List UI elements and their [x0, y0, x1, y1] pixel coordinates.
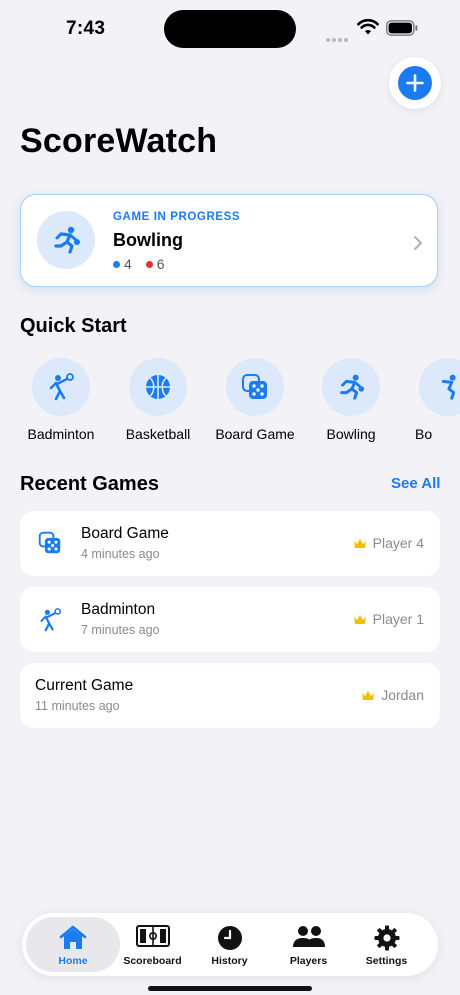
- dice-icon: [226, 358, 284, 416]
- recent-games-title: Recent Games: [20, 473, 159, 495]
- winner: Player 4: [353, 535, 424, 551]
- recent-game-row[interactable]: Current Game 11 minutes ago Jordan: [20, 663, 440, 728]
- quick-start-label: Bo: [415, 426, 433, 442]
- quick-start-clip: Bo: [400, 358, 460, 448]
- quick-start-bowling[interactable]: Bowling: [303, 358, 399, 448]
- dice-icon: [38, 531, 61, 554]
- game-time: 11 minutes ago: [35, 699, 120, 713]
- winner-name: Jordan: [381, 687, 424, 703]
- tab-bar: Home Scoreboard History Players Settings: [22, 913, 438, 976]
- scoreboard-icon: [135, 925, 170, 947]
- bowling-icon: [419, 358, 460, 416]
- status-time: 7:43: [66, 18, 106, 39]
- game-time: 4 minutes ago: [81, 547, 160, 561]
- tab-history[interactable]: History: [188, 913, 271, 976]
- score-team-2: 6: [145, 256, 165, 272]
- crown-icon: [353, 615, 366, 624]
- winner: Player 1: [353, 611, 424, 627]
- people-icon: [292, 926, 325, 947]
- tab-label: Home: [58, 955, 88, 967]
- wifi-icon: [357, 18, 379, 35]
- tab-label: Players: [289, 955, 328, 967]
- score-value: 4: [124, 256, 132, 272]
- tab-players[interactable]: Players: [267, 913, 350, 976]
- badminton-icon: [32, 358, 90, 416]
- tab-label: History: [211, 955, 248, 967]
- quick-start-basketball[interactable]: Basketball: [110, 358, 206, 448]
- clock-icon: [217, 926, 242, 950]
- score-team-1: 4: [113, 256, 132, 272]
- battery-icon: [386, 20, 418, 36]
- bowling-icon: [322, 358, 380, 416]
- badminton-icon: [40, 608, 62, 632]
- home-indicator: [148, 986, 312, 991]
- winner-name: Player 4: [372, 535, 424, 551]
- game-name: Current Game: [35, 677, 134, 694]
- recent-game-row[interactable]: Badminton 7 minutes ago Player 1: [20, 587, 440, 652]
- game-name: Board Game: [81, 525, 169, 542]
- status-bar: 7:43: [0, 0, 460, 60]
- tab-scoreboard[interactable]: Scoreboard: [111, 913, 194, 976]
- game-in-progress-label: GAME IN PROGRESS: [113, 211, 241, 223]
- tab-label: Settings: [365, 955, 408, 967]
- quick-start-title: Quick Start: [20, 315, 127, 337]
- game-in-progress-name: Bowling: [113, 230, 183, 250]
- game-time: 7 minutes ago: [81, 623, 160, 637]
- game-name: Badminton: [81, 601, 156, 618]
- score-value: 6: [156, 256, 165, 272]
- house-icon: [59, 925, 87, 949]
- quick-start-board-game[interactable]: Board Game: [207, 358, 303, 448]
- page-title: ScoreWatch: [20, 122, 218, 160]
- recent-game-row[interactable]: Board Game 4 minutes ago Player 4: [20, 511, 440, 576]
- quick-start-partial-item[interactable]: Bo: [400, 358, 460, 448]
- dynamic-island: [164, 10, 296, 48]
- winner-name: Player 1: [372, 611, 424, 627]
- see-all-link[interactable]: See All: [391, 475, 440, 492]
- basketball-icon: [129, 358, 187, 416]
- quick-start-label: Bowling: [326, 426, 376, 442]
- signal-dots-icon: [326, 29, 350, 42]
- crown-icon: [362, 691, 375, 700]
- chevron-right-icon: [414, 236, 422, 250]
- blue-team-dot: [113, 261, 120, 268]
- tab-settings[interactable]: Settings: [345, 913, 428, 976]
- tab-label: Scoreboard: [123, 955, 182, 967]
- quick-start-badminton[interactable]: Badminton: [13, 358, 109, 448]
- winner: Jordan: [361, 687, 424, 703]
- bowling-icon: [37, 211, 95, 269]
- game-in-progress-scores: 4 6: [113, 256, 174, 272]
- crown-icon: [353, 539, 366, 548]
- add-game-button[interactable]: [389, 57, 441, 109]
- game-in-progress-card[interactable]: GAME IN PROGRESS Bowling 4 6: [20, 194, 438, 287]
- red-team-dot: [145, 261, 153, 268]
- plus-icon: [398, 66, 432, 100]
- tab-home[interactable]: Home: [26, 917, 120, 972]
- gear-icon: [374, 925, 399, 951]
